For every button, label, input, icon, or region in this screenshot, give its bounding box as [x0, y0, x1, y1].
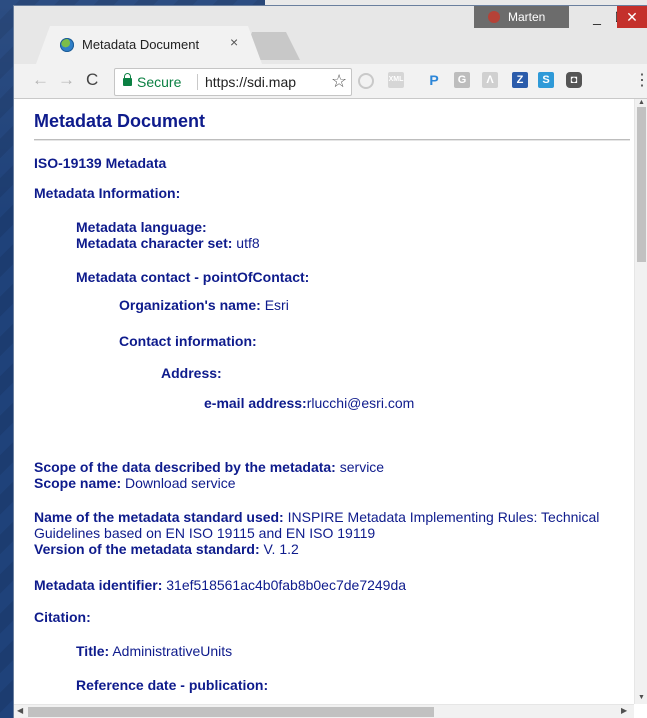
email-label: e-mail address:	[204, 395, 307, 411]
citation-title-row: Title: AdministrativeUnits	[76, 643, 232, 659]
back-arrow-icon[interactable]: ←	[32, 70, 49, 90]
standard-version-value: V. 1.2	[263, 541, 299, 557]
scope-name-value: Download service	[125, 475, 236, 491]
title-bar: Metadata Document × Marten _ ☐ ✕	[14, 6, 647, 64]
reference-date-heading: Reference date - publication:	[76, 677, 269, 693]
reload-icon[interactable]: C	[86, 70, 98, 90]
z-extension-icon[interactable]: Z	[512, 72, 528, 88]
metadata-charset-label: Metadata character set:	[76, 235, 233, 251]
address-heading: Address:	[161, 365, 222, 381]
s-extension-icon[interactable]: S	[538, 72, 554, 88]
vertical-scrollbar[interactable]: ▲ ▼	[634, 99, 647, 704]
horizontal-scrollbar[interactable]: ◀ ▶	[14, 704, 634, 718]
lock-icon	[123, 73, 132, 86]
org-name-label: Organization's name:	[119, 297, 261, 313]
g-extension-icon[interactable]: G	[454, 72, 470, 88]
bookmark-star-icon[interactable]: ☆	[331, 71, 347, 92]
citation-heading: Citation:	[34, 609, 91, 625]
scope-label: Scope of the data described by the metad…	[34, 459, 336, 475]
scope-name-label: Scope name:	[34, 475, 122, 491]
standard-name-label: Name of the metadata standard used:	[34, 509, 284, 525]
profile-button[interactable]: Marten	[474, 6, 569, 28]
close-tab-icon[interactable]: ×	[230, 34, 238, 50]
identifier-row: Metadata identifier: 31ef518561ac4b0fab8…	[34, 577, 406, 593]
pdf-extension-icon[interactable]: Λ	[482, 72, 498, 88]
divider	[34, 139, 630, 141]
contact-info-heading: Contact information:	[119, 333, 257, 349]
page-title: Metadata Document	[34, 111, 206, 131]
scroll-right-icon[interactable]: ▶	[621, 706, 627, 715]
scope-row: Scope of the data described by the metad…	[34, 459, 384, 475]
extension-8-icon[interactable]: ◘	[566, 72, 582, 88]
scroll-down-icon[interactable]: ▼	[638, 694, 645, 701]
p-extension-icon[interactable]: P	[426, 72, 442, 88]
metadata-charset-value: utf8	[236, 235, 260, 251]
metadata-contact-heading: Metadata contact - pointOfContact:	[76, 269, 310, 285]
scope-value: service	[339, 459, 385, 475]
horizontal-scroll-thumb[interactable]	[28, 707, 434, 717]
scroll-up-icon[interactable]: ▲	[638, 99, 645, 106]
metadata-information-heading: Metadata Information:	[34, 185, 181, 201]
metadata-charset-row: Metadata character set: utf8	[76, 235, 260, 251]
extension-1-icon[interactable]	[358, 73, 374, 89]
page-viewport: Metadata Document ISO-19139 Metadata Met…	[14, 99, 647, 718]
metadata-language-label: Metadata language:	[76, 219, 207, 235]
url-text[interactable]: https://sdi.map	[205, 74, 323, 90]
forward-arrow-icon[interactable]: →	[58, 70, 75, 90]
org-name-row: Organization's name: Esri	[119, 297, 289, 313]
vertical-scroll-thumb[interactable]	[637, 107, 646, 262]
xml-extension-icon[interactable]: XML	[388, 72, 404, 88]
globe-icon	[60, 38, 74, 52]
profile-name: Marten	[508, 10, 546, 24]
identifier-label: Metadata identifier:	[34, 577, 163, 593]
close-window-button[interactable]: ✕	[617, 6, 647, 28]
citation-title-value: AdministrativeUnits	[112, 643, 233, 659]
tab-title: Metadata Document	[82, 37, 200, 52]
browser-toolbar: ← → C Secure https://sdi.map ☆ XML P G Λ…	[14, 64, 647, 99]
standard-version-label: Version of the metadata standard:	[34, 541, 260, 557]
org-name-value: Esri	[264, 297, 289, 313]
address-bar[interactable]: Secure https://sdi.map ☆	[114, 68, 352, 96]
divider	[197, 74, 198, 90]
email-row: e-mail address:rlucchi@esri.com	[204, 395, 414, 411]
citation-title-label: Title:	[76, 643, 110, 659]
scope-name-row: Scope name: Download service	[34, 475, 236, 491]
menu-dots-icon[interactable]: ⋮	[634, 70, 647, 90]
standard-version-row: Version of the metadata standard: V. 1.2	[34, 541, 299, 557]
user-icon	[488, 11, 500, 23]
standard-name-row: Name of the metadata standard used: INSP…	[34, 509, 634, 541]
email-value: rlucchi@esri.com	[306, 395, 415, 411]
secure-label: Secure	[137, 74, 182, 90]
standard-heading: ISO-19139 Metadata	[34, 155, 167, 171]
browser-window: Metadata Document × Marten _ ☐ ✕ ← → C S…	[14, 6, 647, 718]
identifier-value: 31ef518561ac4b0fab8b0ec7de7249da	[166, 577, 407, 593]
scroll-left-icon[interactable]: ◀	[17, 706, 23, 715]
